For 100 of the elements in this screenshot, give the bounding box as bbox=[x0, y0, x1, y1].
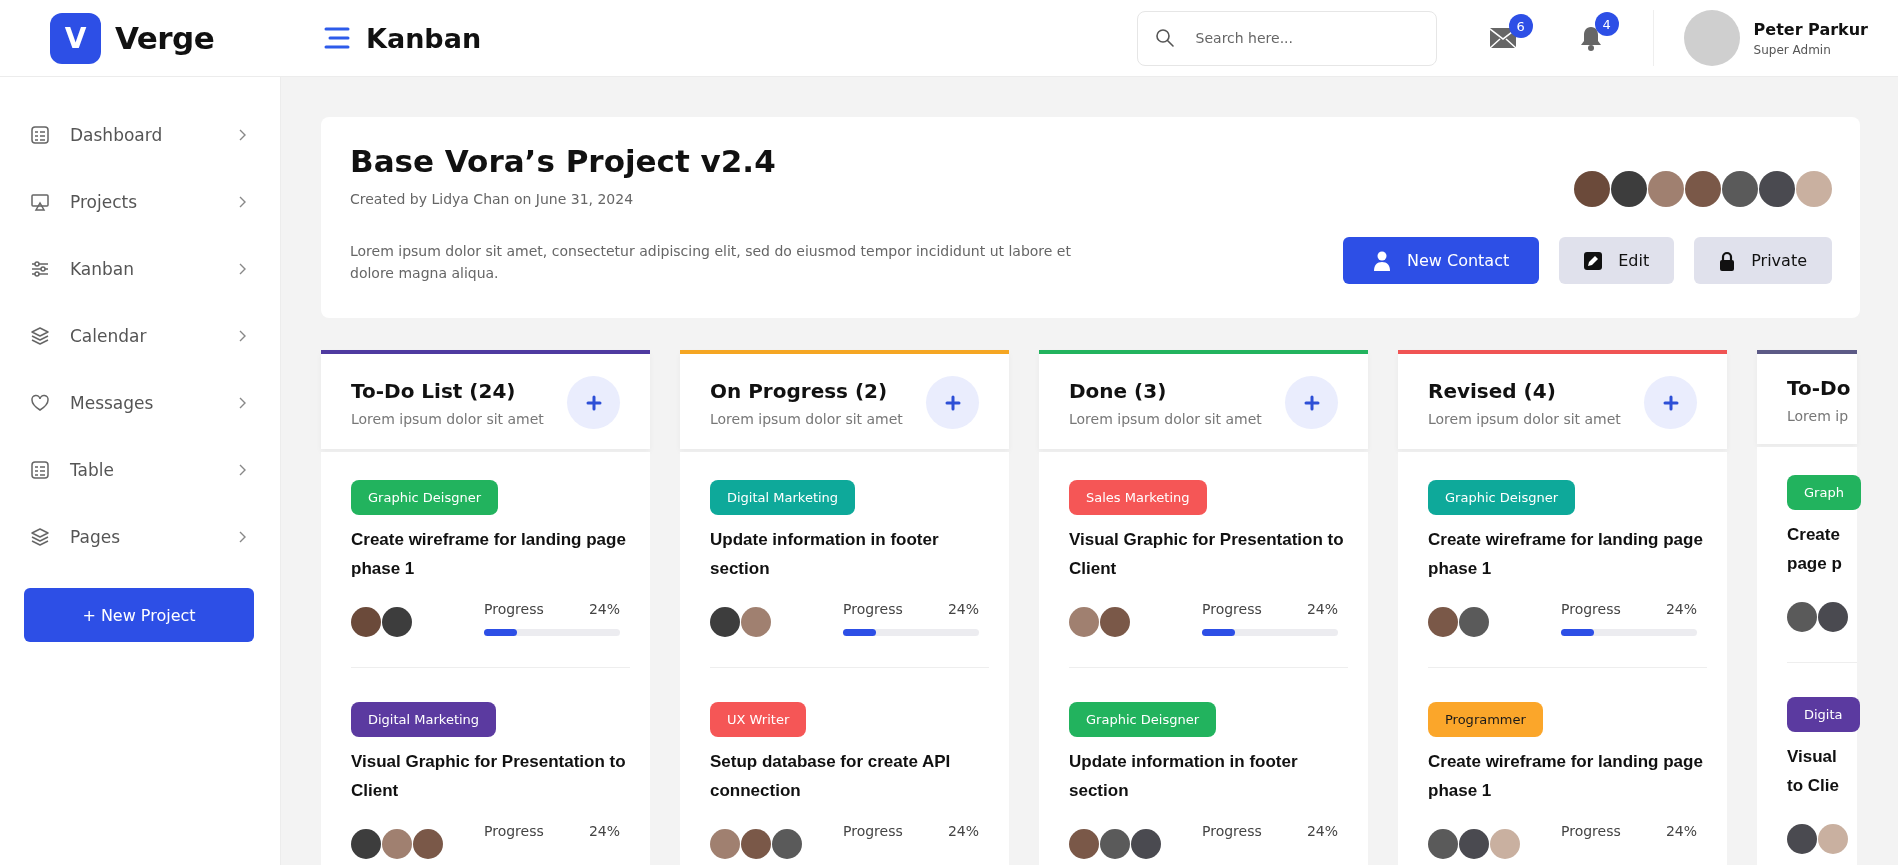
assignee-avatar bbox=[710, 607, 740, 638]
task-tag: Programmer bbox=[1428, 702, 1543, 738]
sidebar-item[interactable]: Calendar bbox=[30, 302, 256, 369]
column-subtitle: Lorem ip bbox=[1787, 408, 1850, 425]
chevron-icon bbox=[238, 329, 246, 342]
logo-name: Verge bbox=[115, 20, 215, 56]
task-title: Update information in footer section bbox=[710, 529, 940, 581]
column-title: On Progress (2) bbox=[710, 378, 889, 403]
assignee-avatar bbox=[1069, 607, 1099, 638]
assignee-avatar bbox=[1100, 829, 1130, 860]
sidebar-item[interactable]: Dashboard bbox=[30, 101, 256, 168]
sidebar-item[interactable]: Pages bbox=[30, 503, 256, 570]
column-subtitle: Lorem ipsum dolor sit amet bbox=[710, 410, 903, 427]
plus-icon bbox=[1303, 394, 1320, 411]
member-avatar[interactable] bbox=[1685, 171, 1721, 207]
column-title: To-Do List (24) bbox=[351, 378, 517, 403]
task-title: Setup database for create API connection bbox=[710, 751, 952, 803]
member-avatar[interactable] bbox=[1611, 171, 1647, 207]
task-tag: Graphic Deisgner bbox=[351, 480, 498, 516]
layers-icon bbox=[30, 526, 50, 547]
task-title: Create wireframe for landing page phase 1 bbox=[1428, 751, 1704, 803]
progress-value: 24% bbox=[588, 601, 620, 618]
assignee-avatar bbox=[1428, 607, 1458, 638]
sidebar-item[interactable]: Messages bbox=[30, 369, 256, 436]
task-title: Create wireframe for landing page phase 1 bbox=[351, 529, 627, 581]
assignee-avatar bbox=[741, 829, 771, 860]
progress-label: Progress bbox=[484, 823, 544, 840]
add-card-button[interactable] bbox=[1644, 376, 1697, 430]
chevron-icon bbox=[238, 128, 246, 141]
notification-badge: 6 bbox=[1508, 14, 1533, 38]
heart-icon bbox=[30, 392, 50, 413]
chevron-icon bbox=[238, 396, 246, 409]
progress-label: Progress bbox=[843, 823, 903, 840]
project-description: Lorem ipsum dolor sit amet, consectetur adipiscing elit, sed do eiusmod tempor incididunt ut labore et dolore magna aliqua. bbox=[350, 242, 1072, 283]
assignee-avatar bbox=[351, 829, 381, 860]
assignee-avatar bbox=[741, 607, 771, 638]
chevron-icon bbox=[238, 262, 246, 275]
task-tag: Graphic Deisgner bbox=[1069, 702, 1216, 738]
plus-icon bbox=[1662, 394, 1679, 411]
add-card-button[interactable] bbox=[926, 376, 979, 430]
chevron-icon bbox=[238, 463, 246, 476]
progress-value: 24% bbox=[1306, 823, 1338, 840]
assignee-avatar bbox=[710, 829, 740, 860]
task-title: Visual to Clie bbox=[1787, 746, 1840, 798]
column-title: To-Do bbox=[1787, 376, 1851, 401]
task-title: Create page p bbox=[1787, 524, 1843, 576]
column-title: Done (3) bbox=[1069, 378, 1168, 403]
search-icon bbox=[1154, 27, 1175, 48]
project-meta: Created by Lidya Chan on June 31, 2024 bbox=[350, 191, 635, 207]
assignee-avatar bbox=[1428, 829, 1458, 860]
member-avatar[interactable] bbox=[1722, 171, 1758, 207]
progress-value: 24% bbox=[1665, 601, 1697, 618]
lock-icon bbox=[1719, 250, 1736, 271]
assignee-avatar bbox=[1100, 607, 1130, 638]
task-tag: Sales Marketing bbox=[1069, 480, 1207, 516]
progress-value: 24% bbox=[1306, 601, 1338, 618]
sidebar-item[interactable]: Projects bbox=[30, 168, 256, 235]
bell-icon[interactable] bbox=[1578, 25, 1603, 51]
logo-mark: V bbox=[50, 12, 101, 64]
task-title: Visual Graphic for Presentation to Client bbox=[351, 751, 627, 803]
mail-icon[interactable] bbox=[1488, 27, 1517, 49]
chevron-icon bbox=[238, 530, 246, 543]
progress-label: Progress bbox=[1202, 601, 1262, 618]
task-tag: Graph bbox=[1787, 475, 1861, 511]
assignee-avatar bbox=[1818, 602, 1848, 633]
dashboard-icon bbox=[30, 124, 50, 145]
progress-label: Progress bbox=[1561, 823, 1621, 840]
task-tag: Graphic Deisgner bbox=[1428, 480, 1575, 516]
project-action-button[interactable]: Edit bbox=[1559, 237, 1675, 285]
assignee-avatar bbox=[1490, 829, 1520, 860]
new-project-button[interactable]: + New Project bbox=[24, 588, 254, 642]
column-title: Revised (4) bbox=[1428, 378, 1557, 403]
column-subtitle: Lorem ipsum dolor sit amet bbox=[1428, 410, 1621, 427]
assignee-avatar bbox=[1787, 824, 1817, 855]
user-role: Super Admin bbox=[1753, 42, 1832, 57]
progress-label: Progress bbox=[1561, 601, 1621, 618]
sidebar-item[interactable]: Kanban bbox=[30, 235, 256, 302]
project-action-button[interactable]: Private bbox=[1694, 237, 1832, 285]
task-title: Create wireframe for landing page phase 1 bbox=[1428, 529, 1704, 581]
member-avatar[interactable] bbox=[1759, 171, 1795, 207]
plus-icon bbox=[944, 394, 961, 411]
progress-label: Progress bbox=[1202, 823, 1262, 840]
assignee-avatar bbox=[1459, 829, 1489, 860]
project-action-button[interactable]: New Contact bbox=[1343, 237, 1540, 285]
dashboard-icon bbox=[30, 459, 50, 480]
monitor-icon bbox=[30, 191, 50, 212]
search-field[interactable]: Search here... bbox=[1136, 10, 1437, 66]
member-avatar[interactable] bbox=[1574, 171, 1610, 207]
assignee-avatar bbox=[382, 829, 412, 860]
assignee-avatar bbox=[1069, 829, 1099, 860]
add-card-button[interactable] bbox=[1285, 376, 1338, 430]
plus-icon bbox=[585, 394, 602, 411]
sliders-icon bbox=[30, 258, 50, 279]
add-card-button[interactable] bbox=[567, 376, 620, 430]
assignee-avatar bbox=[1787, 602, 1817, 633]
menu-icon[interactable] bbox=[324, 27, 350, 49]
assignee-avatar bbox=[1131, 829, 1161, 860]
sidebar-item[interactable]: Table bbox=[30, 436, 256, 503]
task-title: Visual Graphic for Presentation to Client bbox=[1069, 529, 1345, 581]
task-title: Update information in footer section bbox=[1069, 751, 1299, 803]
